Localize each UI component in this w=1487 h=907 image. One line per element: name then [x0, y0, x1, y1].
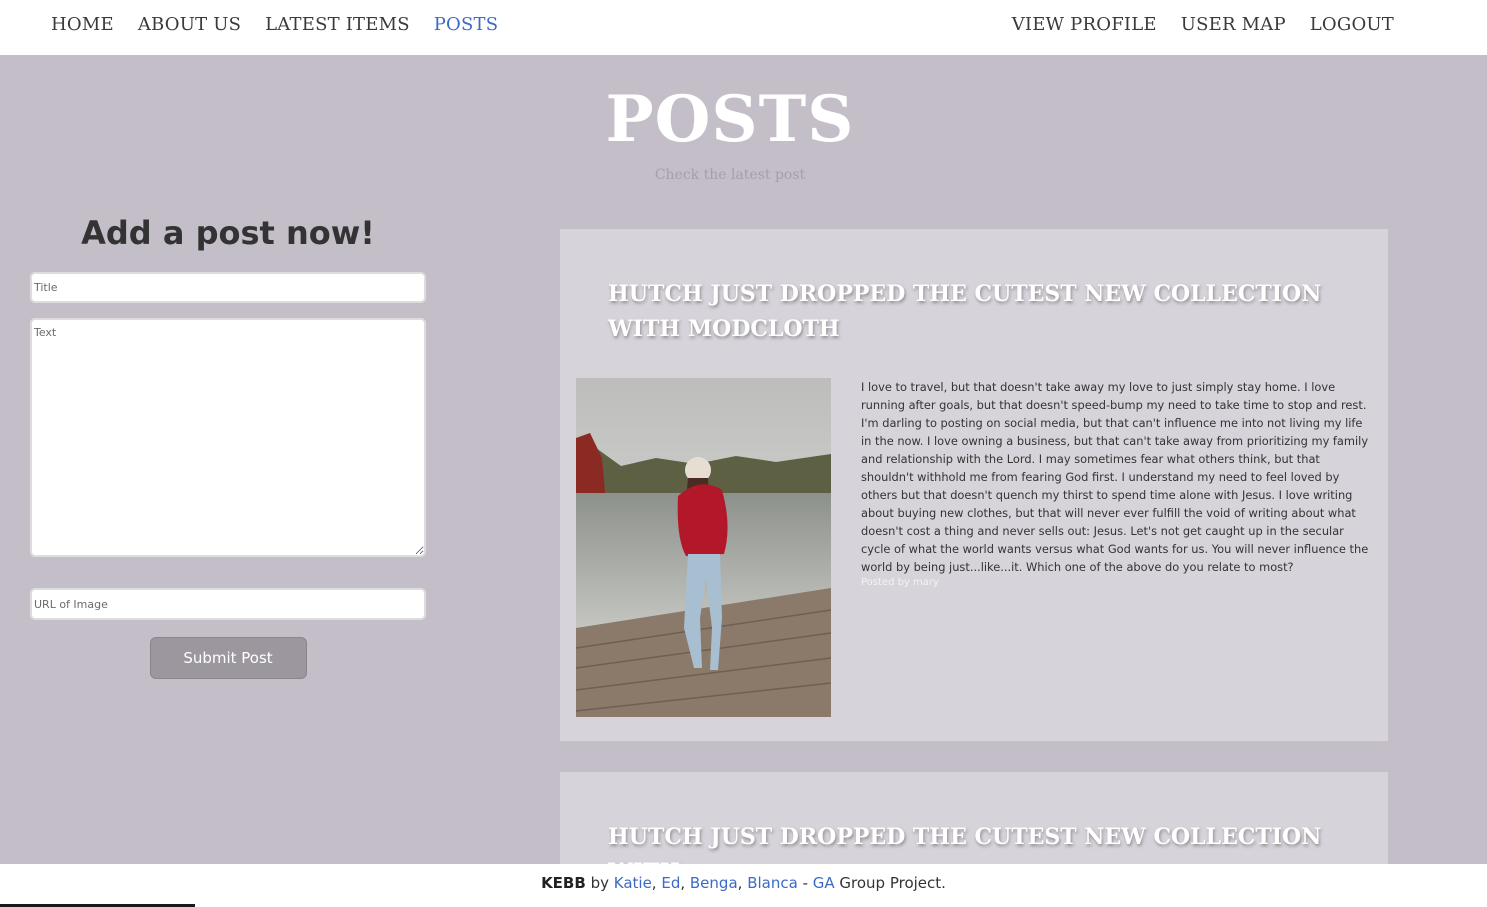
nav-home-link[interactable]: HOME	[51, 14, 114, 35]
post-body-text: I love to travel, but that doesn't take …	[861, 380, 1369, 574]
footer-tail: Group Project.	[834, 874, 946, 892]
post-title: HUTCH JUST DROPPED THE CUTEST NEW COLLEC…	[608, 281, 1322, 342]
footer-author-link-benga[interactable]: Benga	[690, 874, 738, 892]
post-title-input[interactable]	[30, 272, 426, 303]
footer-author-link-katie[interactable]: Katie	[614, 874, 652, 892]
nav-logout-link[interactable]: LOGOUT	[1310, 14, 1394, 35]
post-text-textarea[interactable]	[30, 318, 426, 557]
nav-user-map-link[interactable]: USER MAP	[1181, 14, 1286, 35]
page-subtitle: Check the latest post	[654, 167, 806, 183]
post-card: HUTCH JUST DROPPED THE CUTEST NEW COLLEC…	[560, 229, 1388, 741]
nav-left-group: HOME ABOUT US LATEST ITEMS POSTS	[51, 0, 522, 48]
footer-separator: ,	[680, 874, 690, 892]
nav-view-profile-link[interactable]: VIEW PROFILE	[1012, 14, 1157, 35]
submit-post-button[interactable]: Submit Post	[149, 637, 307, 679]
nav-latest-items-link[interactable]: LATEST ITEMS	[265, 14, 410, 35]
image-url-input[interactable]	[30, 588, 426, 620]
footer-brand: KEBB	[541, 874, 586, 892]
footer-by: by	[585, 874, 614, 892]
add-post-heading: Add a post now!	[81, 214, 375, 252]
footer-author-link-blanca[interactable]: Blanca	[747, 874, 798, 892]
add-post-form: Add a post now! Submit Post	[30, 214, 426, 679]
footer-ga-link[interactable]: GA	[813, 874, 835, 892]
nav-posts-link[interactable]: POSTS	[434, 14, 499, 35]
post-card: HUTCH JUST DROPPED THE CUTEST NEW COLLEC…	[560, 772, 1388, 885]
top-navigation: HOME ABOUT US LATEST ITEMS POSTS VIEW PR…	[0, 0, 1487, 55]
footer-author-link-ed[interactable]: Ed	[661, 874, 680, 892]
woman-on-dock-photo	[576, 378, 831, 717]
footer-separator: ,	[651, 874, 662, 892]
footer: KEBB by Katie, Ed, Benga, Blanca - GA Gr…	[0, 864, 1487, 907]
footer-dash: -	[797, 874, 813, 892]
post-body: I love to travel, but that doesn't take …	[861, 378, 1371, 590]
nav-about-us-link[interactable]: ABOUT US	[138, 14, 241, 35]
page-title: POSTS	[605, 82, 855, 157]
nav-right-group: VIEW PROFILE USER MAP LOGOUT	[1012, 0, 1394, 48]
post-author: Posted by mary	[861, 577, 939, 588]
footer-separator: ,	[737, 874, 748, 892]
